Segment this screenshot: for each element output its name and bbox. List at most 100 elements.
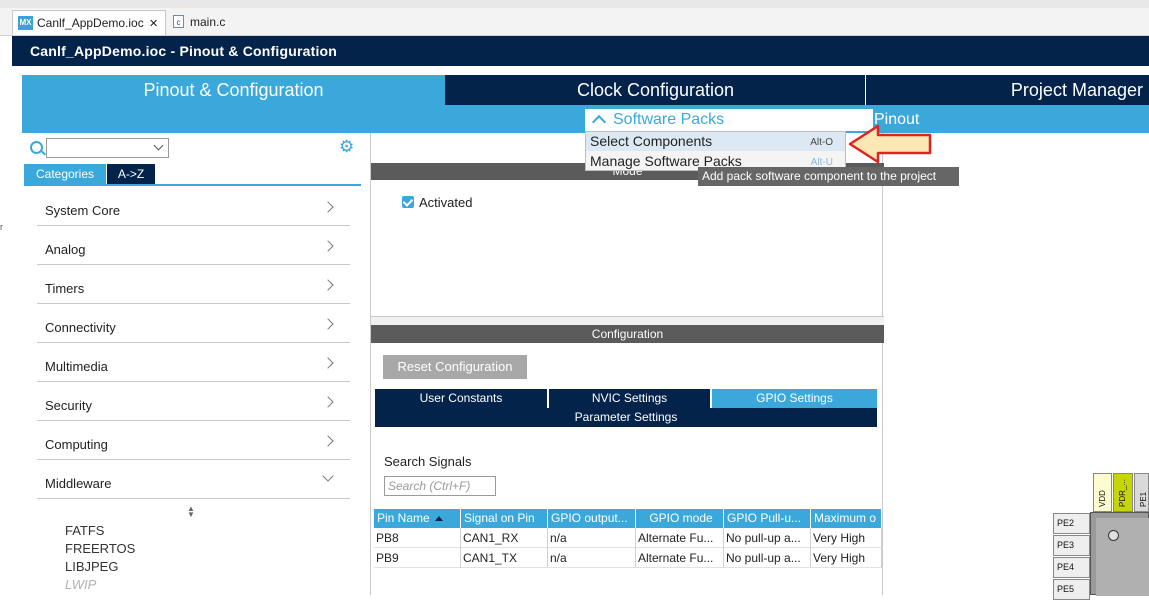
table-cell: PB8 [374, 528, 461, 548]
chevron-up-icon [591, 114, 607, 130]
configuration-header: Configuration [371, 325, 884, 343]
editor-tab-main-c-label: main.c [190, 15, 226, 29]
mcu-chip[interactable] [1090, 512, 1149, 596]
activated-checkbox[interactable] [402, 196, 414, 208]
category-multimedia[interactable]: Multimedia [37, 343, 350, 382]
category-label: Timers [45, 281, 85, 296]
category-label: Analog [45, 242, 86, 257]
chip-pin-pe1[interactable]: PE1 [1134, 473, 1149, 512]
table-cell: No pull-up a... [724, 548, 811, 568]
chevron-right-icon [322, 318, 334, 330]
chevron-right-icon [322, 396, 334, 408]
software-packs-menu: Select Components Alt-O Manage Software … [585, 131, 846, 171]
gear-icon[interactable]: ⚙ [339, 138, 355, 155]
tab-clock-configuration[interactable]: Clock Configuration [446, 75, 866, 106]
category-label: System Core [45, 203, 121, 218]
tab-parameter-settings[interactable]: Parameter Settings [375, 408, 877, 427]
column-header-maximum[interactable]: Maximum o [811, 509, 882, 528]
middleware-item-libjpeg[interactable]: LIBJPEG [65, 559, 118, 574]
chevron-right-icon [322, 357, 334, 369]
search-signals-input[interactable]: Search (Ctrl+F) [384, 476, 496, 496]
software-packs-button[interactable]: Software Packs [585, 109, 873, 131]
editor-tab-main-c[interactable]: c main.c [168, 10, 236, 35]
chevron-down-icon [851, 109, 867, 125]
close-icon[interactable]: ✕ [149, 17, 158, 30]
tab-underline [24, 184, 361, 186]
table-cell: PB9 [374, 548, 461, 568]
middleware-item-lwip[interactable]: LWIP [65, 577, 96, 592]
category-label: Computing [45, 437, 108, 452]
column-header-signal[interactable]: Signal on Pin [461, 509, 548, 528]
category-analog[interactable]: Analog [37, 226, 350, 265]
category-middleware[interactable]: Middleware [37, 460, 350, 499]
menu-shortcut: Alt-O [810, 137, 833, 148]
tab-gpio-settings[interactable]: GPIO Settings [712, 389, 877, 408]
tab-pinout-configuration[interactable]: Pinout & Configuration [22, 75, 445, 106]
chevron-right-icon [322, 201, 334, 213]
column-header-gpio-output[interactable]: GPIO output... [548, 509, 636, 528]
chip-pin-pe2[interactable]: PE2 [1053, 513, 1090, 534]
column-header-gpio-mode[interactable]: GPIO mode [636, 509, 724, 528]
tab-categories[interactable]: Categories [24, 164, 106, 184]
table-cell: Alternate Fu... [636, 528, 724, 548]
chevron-down-icon [322, 470, 334, 482]
software-packs-label: Software Packs [613, 111, 725, 128]
toolbar-remnant [0, 0, 1149, 8]
category-timers[interactable]: Timers [37, 265, 350, 304]
table-cell: Very High [811, 548, 882, 568]
breadcrumb-title: Canlf_AppDemo.ioc - Pinout & Configurati… [30, 43, 338, 59]
table-cell: Very High [811, 528, 882, 548]
activated-label: Activated [419, 195, 473, 210]
middleware-item-freertos[interactable]: FREERTOS [65, 541, 135, 556]
reset-configuration-button[interactable]: Reset Configuration [383, 355, 527, 379]
chevron-right-icon [322, 240, 334, 252]
tab-user-constants[interactable]: User Constants [375, 389, 547, 408]
c-file-icon: c [173, 15, 184, 28]
edge-text: r [0, 222, 3, 232]
pin-label: VDD [1098, 490, 1107, 507]
category-computing[interactable]: Computing [37, 421, 350, 460]
table-cell: n/a [548, 548, 636, 568]
sort-icon[interactable]: ▲ ▼ [187, 505, 195, 519]
pin1-marker-icon [1108, 530, 1119, 541]
table-cell: CAN1_RX [461, 528, 548, 548]
search-icon[interactable] [30, 141, 43, 154]
chevron-right-icon [322, 279, 334, 291]
table-cell: Alternate Fu... [636, 548, 724, 568]
tab-project-manager[interactable]: Project Manager [866, 75, 1149, 106]
menu-tooltip: Add pack software component to the proje… [698, 167, 959, 186]
category-label: Middleware [45, 476, 112, 491]
table-cell: CAN1_TX [461, 548, 548, 568]
category-security[interactable]: Security [37, 382, 350, 421]
categories-panel: ⚙ Categories A->Z System Core Analog Tim… [22, 133, 362, 595]
middleware-item-fatfs[interactable]: FATFS [65, 523, 104, 538]
chip-pin-pe3[interactable]: PE3 [1053, 535, 1090, 556]
category-label: Multimedia [45, 359, 108, 374]
menu-item-select-components[interactable]: Select Components Alt-O [586, 132, 845, 151]
menu-item-label: Select Components [590, 133, 713, 149]
category-system-core[interactable]: System Core [37, 187, 350, 226]
pin-label: PDR_... [1118, 478, 1127, 507]
tab-a-to-z[interactable]: A->Z [107, 164, 155, 184]
chip-pin-pdr[interactable]: PDR_... [1113, 473, 1133, 512]
chip-body [1096, 518, 1149, 596]
sub-toolbar: Software Packs Pinout [22, 105, 1149, 133]
editor-tab-ioc[interactable]: MX Canlf_AppDemo.ioc ✕ [12, 10, 166, 35]
column-header-gpio-pull[interactable]: GPIO Pull-u... [724, 509, 811, 528]
column-header-pin-name[interactable]: Pin Name [374, 509, 461, 528]
column-header-label: Pin Name [377, 511, 430, 525]
mx-icon: MX [18, 16, 33, 30]
category-search-combo[interactable] [46, 138, 169, 158]
mode-configuration-panel: CAN1 M Mode Activated Configuration Rese… [370, 133, 884, 595]
category-label: Connectivity [45, 320, 116, 335]
breadcrumb-chevron-icon [348, 36, 368, 66]
category-connectivity[interactable]: Connectivity [37, 304, 350, 343]
chevron-right-icon [322, 435, 334, 447]
tab-nvic-settings[interactable]: NVIC Settings [549, 389, 710, 408]
chip-pin-vdd[interactable]: VDD [1093, 473, 1112, 512]
chip-pin-pe4[interactable]: PE4 [1053, 557, 1090, 578]
chip-pin-pe5[interactable]: PE5 [1053, 579, 1090, 600]
search-signals-label: Search Signals [384, 454, 472, 469]
category-label: Security [45, 398, 92, 413]
table-cell: n/a [548, 528, 636, 548]
